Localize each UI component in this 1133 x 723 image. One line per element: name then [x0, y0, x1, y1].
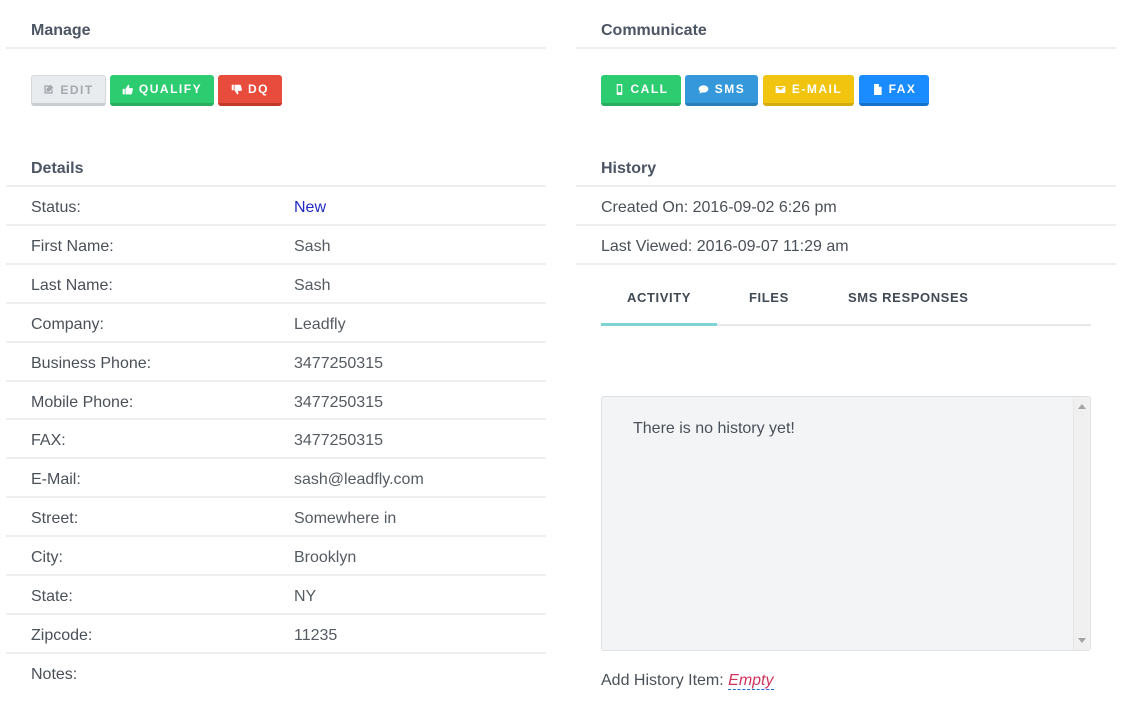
scroll-up-icon[interactable]: [1078, 404, 1086, 409]
detail-label: E-Mail:: [31, 471, 81, 488]
manage-heading: Manage: [6, 0, 546, 49]
phone-icon: [616, 83, 622, 95]
scroll-down-icon[interactable]: [1078, 638, 1086, 643]
call-button-label: CALL: [630, 82, 669, 96]
tab-sms-responses[interactable]: SMS RESPONSES: [848, 290, 969, 305]
thumbs-down-icon: [231, 84, 242, 94]
history-created-on: Created On: 2016-09-02 6:26 pm: [576, 187, 1116, 226]
history-scrollbar[interactable]: [1073, 397, 1090, 650]
manage-actions: EDIT QUALIFY DQ: [6, 49, 546, 137]
detail-row-business-phone: Business Phone: 3477250315: [6, 343, 546, 382]
tab-activity[interactable]: ACTIVITY: [627, 290, 691, 305]
tab-files[interactable]: FILES: [749, 290, 789, 305]
document-icon: [873, 83, 882, 95]
detail-row-last-name: Last Name: Sash: [6, 265, 546, 304]
edit-button-label: EDIT: [60, 82, 94, 97]
detail-row-first-name: First Name: Sash: [6, 226, 546, 265]
email-button-label: E-MAIL: [791, 82, 843, 96]
qualify-button[interactable]: QUALIFY: [110, 75, 214, 106]
details-list: Status: New First Name: Sash Last Name: …: [6, 187, 546, 693]
detail-row-fax: FAX: 3477250315: [6, 420, 546, 459]
details-heading: Details: [6, 137, 546, 187]
empty-history-message: There is no history yet!: [633, 420, 795, 437]
detail-label: State:: [31, 588, 73, 605]
left-column: Manage EDIT QUALIFY DQ Details Status: N…: [6, 0, 546, 693]
detail-value: 11235: [294, 627, 338, 644]
dq-button[interactable]: DQ: [218, 75, 282, 106]
last-viewed-text: Last Viewed: 2016-09-07 11:29 am: [601, 238, 849, 255]
detail-label: First Name:: [31, 238, 114, 255]
history-textarea[interactable]: There is no history yet!: [601, 396, 1091, 651]
envelope-icon: [775, 85, 786, 93]
detail-label: Company:: [31, 316, 104, 333]
detail-label: City:: [31, 549, 63, 566]
detail-value: 3477250315: [294, 355, 383, 372]
history-tabs: ACTIVITY FILES SMS RESPONSES: [601, 266, 1091, 326]
communicate-actions: CALL SMS E-MAIL FAX: [576, 49, 1116, 137]
history-last-viewed: Last Viewed: 2016-09-07 11:29 am: [576, 226, 1116, 265]
detail-label: Status:: [31, 199, 81, 216]
fax-button[interactable]: FAX: [859, 75, 929, 106]
detail-value: NY: [294, 588, 317, 605]
detail-row-street: Street: Somewhere in: [6, 498, 546, 537]
right-column: Communicate CALL SMS E-MAIL FAX History …: [576, 0, 1116, 723]
detail-value: Sash: [294, 238, 331, 255]
detail-label: Last Name:: [31, 277, 113, 294]
detail-row-notes: Notes:: [6, 654, 546, 693]
add-history-label: Add History Item:: [601, 672, 724, 689]
detail-label: Mobile Phone:: [31, 394, 134, 411]
qualify-button-label: QUALIFY: [138, 82, 203, 96]
detail-value: 3477250315: [294, 432, 383, 449]
detail-row-company: Company: Leadfly: [6, 304, 546, 343]
detail-value: Leadfly: [294, 316, 346, 333]
add-history-item: Add History Item: Empty: [601, 672, 774, 690]
detail-value: sash@leadfly.com: [294, 471, 424, 488]
add-history-editable[interactable]: Empty: [728, 672, 774, 690]
communicate-heading: Communicate: [576, 0, 1116, 49]
sms-button-label: SMS: [714, 82, 746, 96]
thumbs-up-icon: [122, 84, 133, 94]
email-button[interactable]: E-MAIL: [763, 75, 854, 106]
detail-row-mobile-phone: Mobile Phone: 3477250315: [6, 382, 546, 420]
detail-value: 3477250315: [294, 394, 383, 411]
call-button[interactable]: CALL: [601, 75, 681, 106]
detail-row-zipcode: Zipcode: 11235: [6, 615, 546, 654]
detail-label: Street:: [31, 510, 79, 527]
status-value[interactable]: New: [294, 199, 326, 217]
created-on-text: Created On: 2016-09-02 6:26 pm: [601, 199, 837, 216]
detail-label: Business Phone:: [31, 355, 152, 372]
sms-button[interactable]: SMS: [685, 75, 758, 106]
history-heading: History: [576, 137, 1116, 187]
dq-button-label: DQ: [248, 82, 269, 96]
edit-icon: [44, 84, 54, 94]
detail-value: Brooklyn: [294, 549, 357, 566]
detail-value: Somewhere in: [294, 510, 397, 527]
detail-row-status: Status: New: [6, 187, 546, 226]
active-tab-indicator: [601, 323, 717, 326]
edit-button[interactable]: EDIT: [31, 75, 106, 106]
fax-button-label: FAX: [888, 82, 917, 96]
detail-label: Zipcode:: [31, 627, 93, 644]
detail-label: FAX:: [31, 432, 66, 449]
detail-value: Sash: [294, 277, 331, 294]
detail-label: Notes:: [31, 666, 78, 683]
detail-row-state: State: NY: [6, 576, 546, 615]
chat-bubble-icon: [698, 84, 709, 94]
detail-row-city: City: Brooklyn: [6, 537, 546, 576]
detail-row-email: E-Mail: sash@leadfly.com: [6, 459, 546, 498]
